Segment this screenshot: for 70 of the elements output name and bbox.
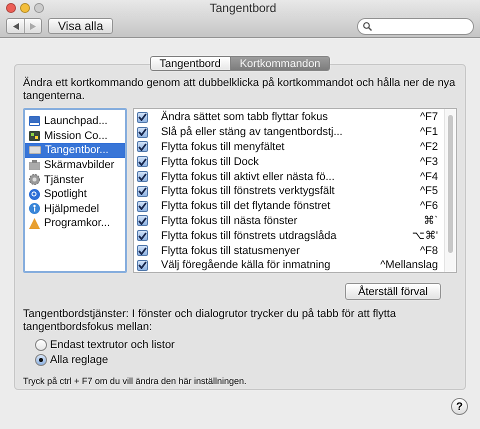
close-button[interactable] <box>6 2 16 13</box>
checkbox[interactable] <box>137 112 148 123</box>
shortcut-keys[interactable]: ⌥⌘' <box>412 229 438 242</box>
shortcut-name: Flytta fokus till aktivt eller nästa fö... <box>161 170 336 183</box>
shortcut-name: Flytta fokus till statusmenyer <box>161 244 301 257</box>
left-arrow-icon <box>12 22 18 30</box>
shortcut-keys[interactable]: ^F2 <box>420 140 438 153</box>
shortcut-keys[interactable]: ^F6 <box>420 200 438 212</box>
category-label: Tangentbor... <box>45 144 109 156</box>
windows-icon <box>29 130 40 141</box>
shortcut-keys[interactable]: ^F7 <box>420 111 438 124</box>
checkbox[interactable] <box>137 200 148 212</box>
shortcut-name: Flytta fokus till det flytande fönstret <box>161 200 332 212</box>
checkbox[interactable] <box>137 126 148 138</box>
radio-button[interactable] <box>35 354 47 366</box>
shortcut-keys[interactable]: ^F5 <box>420 185 438 198</box>
category-label: Launchpad... <box>44 115 108 128</box>
category-item[interactable]: Mission Co... <box>25 128 125 144</box>
camera-icon <box>29 160 40 170</box>
radio-button[interactable] <box>35 339 47 351</box>
search-field[interactable] <box>357 18 474 35</box>
category-item[interactable]: Skärmavbilder <box>25 158 125 172</box>
category-label: Spotlight <box>44 188 87 200</box>
shortcut-keys[interactable]: ^F4 <box>420 170 438 183</box>
gear-icon <box>29 174 40 186</box>
checkbox[interactable] <box>137 156 148 168</box>
radio-label: Endast textrutor och listor <box>50 339 175 351</box>
shortcut-name: Flytta fokus till menyfältet <box>161 140 286 153</box>
checkbox[interactable] <box>137 260 148 271</box>
shortcut-name: Ändra sättet som tabb flyttar fokus <box>161 111 329 124</box>
category-item[interactable]: Launchpad... <box>25 114 125 129</box>
category-label: Skärmavbilder <box>44 159 114 172</box>
shortcut-name: Slå på eller stäng av tangentbordstj... <box>161 126 344 138</box>
category-item[interactable]: Tangentbor... <box>25 143 125 158</box>
shortcut-keys[interactable]: ⌘` <box>423 214 438 228</box>
right-arrow-icon <box>30 22 36 30</box>
checkbox[interactable] <box>137 230 148 242</box>
shortcut-name: Flytta fokus till Dock <box>161 156 260 168</box>
window-title: Tangentbord <box>210 0 276 15</box>
category-label: Hjälpmedel <box>44 202 100 215</box>
instruction-text: Ändra ett kortkommando genom att dubbelklicka på kortkommandot och hålla ner de nya tangenterna. <box>23 77 456 103</box>
show-all-button[interactable]: Visa alla <box>48 18 114 34</box>
category-label: Programkor... <box>44 217 110 230</box>
category-label: Mission Co... <box>44 130 108 142</box>
shortcut-name: Flytta fokus till fönstrets utdragslåda <box>161 230 338 242</box>
checkbox[interactable] <box>137 141 148 152</box>
category-item[interactable]: Tjänster <box>25 172 125 187</box>
scrollbar[interactable] <box>444 109 456 272</box>
shortcut-keys[interactable]: ^F1 <box>420 126 438 138</box>
shortcut-name: Välj föregående källa för inmatning <box>161 259 332 272</box>
shortcut-keys[interactable]: ^Mellanslag <box>380 259 438 272</box>
category-item[interactable]: Spotlight <box>25 186 125 202</box>
checkbox[interactable] <box>137 186 148 197</box>
shortcut-name: Flytta fokus till nästa fönster <box>161 214 298 227</box>
checkbox[interactable] <box>137 171 148 182</box>
restore-defaults-button[interactable]: Återställ förval <box>345 283 441 300</box>
hint-text: Tryck på ctrl + F7 om du vill ändra den här inställningen. <box>23 376 248 386</box>
checkbox[interactable] <box>137 245 148 256</box>
help-button[interactable]: ? <box>451 398 468 415</box>
shortcut-keys[interactable]: ^F8 <box>420 244 438 257</box>
checkbox[interactable] <box>137 215 148 226</box>
tab[interactable]: Tangentbord <box>150 56 231 71</box>
radio-label: Alla reglage <box>50 354 108 366</box>
shortcut-keys[interactable]: ^F3 <box>420 156 438 168</box>
category-item[interactable]: Hjälpmedel <box>25 202 125 216</box>
category-item[interactable]: Programkor... <box>25 216 125 231</box>
accessibility-icon <box>29 203 40 214</box>
category-label: Tjänster <box>44 174 84 186</box>
focus-description: Tangentbordstjänster: I fönster och dialogrutor trycker du på tabb för att flytta tangentbordsfokus mellan: <box>23 308 397 334</box>
shortcut-name: Flytta fokus till fönstrets verktygsfält <box>161 185 336 198</box>
